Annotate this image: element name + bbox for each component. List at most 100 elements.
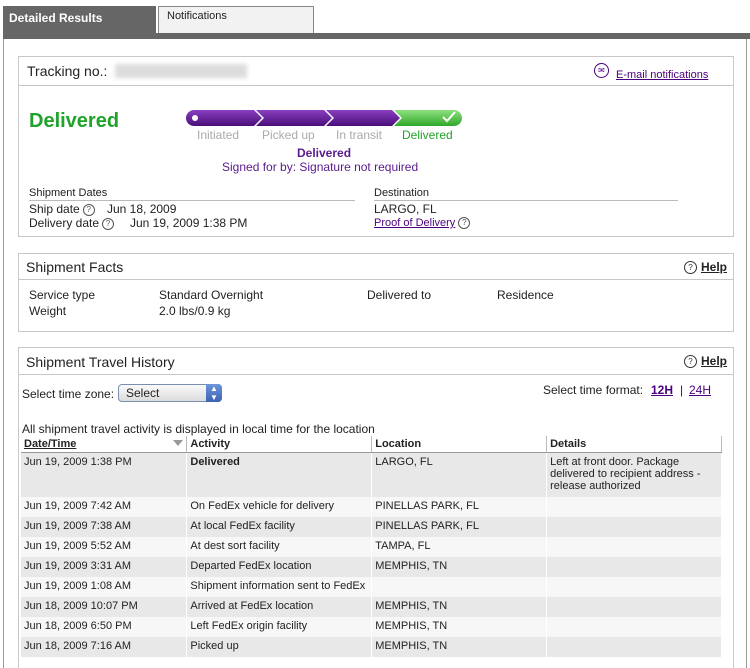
status-heading: Delivered [29, 110, 120, 132]
format-separator: | [680, 383, 684, 397]
divider [19, 374, 733, 375]
help-icon: ? [684, 261, 697, 275]
cell-datetime: Jun 19, 2009 3:31 AM [21, 556, 188, 577]
column-header-activity: Activity [186, 436, 373, 453]
cell-datetime: Jun 19, 2009 1:08 AM [21, 576, 188, 597]
cell-activity: On FedEx vehicle for delivery [186, 496, 373, 517]
cell-activity: At local FedEx facility [186, 516, 373, 537]
ship-date: Jun 18, 2009 [107, 202, 177, 216]
cell-activity: Arrived at FedEx location [186, 596, 373, 617]
email-notifications-link-wrap[interactable]: ✉ [594, 62, 609, 78]
tab-strip: Detailed Results Notifications [0, 0, 750, 39]
tab-notifications[interactable]: Notifications [158, 6, 314, 33]
cell-details [546, 556, 722, 577]
table-row: Jun 19, 2009 1:08 AM Shipment informatio… [21, 576, 722, 597]
proof-of-delivery-link[interactable]: Proof of Delivery [374, 217, 455, 229]
travel-history-table: Date/Time Activity Location Details Jun … [21, 436, 722, 657]
ship-date-label: Ship date [29, 202, 80, 216]
timezone-select[interactable]: Select ▲ ▼ [118, 384, 222, 402]
column-header-details: Details [546, 436, 722, 453]
cell-datetime: Jun 18, 2009 7:16 AM [21, 636, 188, 657]
cell-activity: At dest sort facility [186, 536, 373, 557]
progress-segment-picked-up [256, 110, 332, 126]
cell-activity: Departed FedEx location [186, 556, 373, 577]
ship-date-row: Ship date? [29, 202, 95, 216]
step-in-transit: In transit [336, 128, 383, 142]
timezone-label: Select time zone: [22, 387, 115, 401]
step-delivered: Delivered [402, 128, 453, 142]
cell-details [546, 516, 722, 537]
cell-activity: Shipment information sent to FedEx [186, 576, 373, 597]
help-icon: ? [684, 355, 697, 369]
cell-location [371, 576, 548, 597]
timezone-select-value: Select [126, 386, 160, 400]
cell-datetime: Jun 19, 2009 7:42 AM [21, 496, 188, 517]
cell-datetime: Jun 18, 2009 6:50 PM [21, 616, 188, 637]
cell-location: PINELLAS PARK, FL [371, 516, 548, 537]
sort-arrow-icon [173, 440, 184, 446]
cell-details [546, 576, 722, 597]
help-icon[interactable]: ? [82, 203, 95, 216]
cell-datetime: Jun 19, 2009 5:52 AM [21, 536, 188, 557]
shipment-facts-title: Shipment Facts [26, 259, 124, 275]
service-type-label: Service type [29, 288, 96, 302]
email-notifications-link[interactable]: E-mail notifications [616, 69, 708, 81]
format-24h-link[interactable]: 24H [689, 383, 711, 397]
delivered-to: Residence [497, 288, 554, 302]
table-row: Jun 18, 2009 7:16 AM Picked up MEMPHIS, … [21, 636, 722, 657]
cell-location: TAMPA, FL [371, 536, 548, 557]
delivered-to-label: Delivered to [367, 288, 432, 302]
table-row: Jun 18, 2009 10:07 PM Arrived at FedEx l… [21, 596, 722, 617]
column-header-datetime[interactable]: Date/Time [21, 436, 188, 453]
delivery-date-row: Delivery date? [29, 216, 115, 230]
cell-location: MEMPHIS, TN [371, 596, 548, 617]
cell-datetime: Jun 18, 2009 10:07 PM [21, 596, 188, 617]
progress-start-dot [192, 115, 198, 121]
cell-activity: Left FedEx origin facility [186, 616, 373, 637]
cell-datetime: Jun 19, 2009 7:38 AM [21, 516, 188, 537]
delivery-date-label: Delivery date [29, 216, 100, 230]
table-row: Jun 19, 2009 1:38 PM Delivered LARGO, FL… [21, 452, 722, 497]
cell-activity: Picked up [186, 636, 373, 657]
table-row: Jun 19, 2009 7:38 AM At local FedEx faci… [21, 516, 722, 537]
destination-label: Destination [374, 187, 430, 199]
divider [374, 200, 678, 201]
format-12h-link[interactable]: 12H [651, 383, 673, 397]
divider [29, 200, 355, 201]
divider [19, 85, 733, 86]
progress-bar [186, 110, 462, 126]
cell-details [546, 636, 722, 657]
progress-segment-delivered [394, 110, 462, 126]
weight: 2.0 lbs/0.9 kg [159, 304, 231, 318]
table-row: Jun 19, 2009 3:31 AM Departed FedEx loca… [21, 556, 722, 577]
cell-datetime: Jun 19, 2009 1:38 PM [21, 452, 188, 497]
cell-details [546, 536, 722, 557]
envelope-icon: ✉ [594, 63, 609, 78]
time-format-label: Select time format: [543, 383, 644, 397]
help-icon[interactable]: ? [458, 217, 471, 230]
progress-segment-in-transit [326, 110, 400, 126]
cell-details [546, 496, 722, 517]
table-row: Jun 19, 2009 7:42 AM On FedEx vehicle fo… [21, 496, 722, 517]
signed-for: Signed for by: Signature not required [222, 160, 419, 174]
table-header-row: Date/Time Activity Location Details [21, 436, 722, 453]
facts-help-link[interactable]: Help [701, 260, 727, 274]
service-type: Standard Overnight [159, 288, 264, 302]
timezone-note: All shipment travel activity is displaye… [22, 422, 375, 436]
cell-activity: Delivered [186, 452, 373, 497]
status-line: Delivered [297, 146, 352, 160]
cell-location: MEMPHIS, TN [371, 556, 548, 577]
step-initiated: Initiated [197, 128, 240, 142]
destination: LARGO, FL [374, 202, 437, 216]
cell-location: LARGO, FL [371, 452, 548, 497]
cell-location: MEMPHIS, TN [371, 636, 548, 657]
cell-details [546, 616, 722, 637]
travel-history-title: Shipment Travel History [26, 354, 175, 370]
shipment-dates-label: Shipment Dates [29, 187, 108, 199]
column-header-location: Location [371, 436, 548, 453]
history-help-link[interactable]: Help [701, 354, 727, 368]
select-arrows-icon: ▲ ▼ [206, 384, 222, 402]
divider [19, 279, 733, 280]
help-icon[interactable]: ? [102, 217, 115, 230]
cell-details: Left at front door. Package delivered to… [546, 452, 722, 497]
